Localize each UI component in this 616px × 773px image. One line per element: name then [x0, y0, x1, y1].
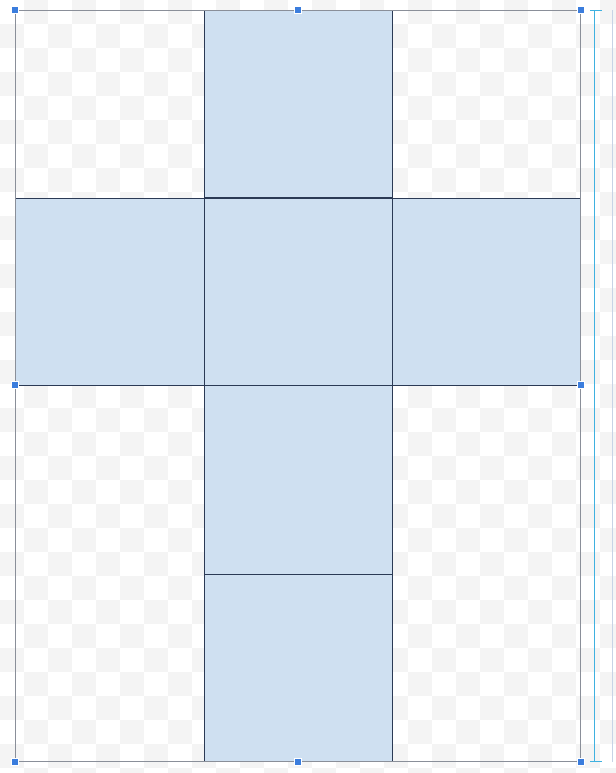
cube-net-face-right[interactable]	[392, 198, 581, 386]
resize-handle-middle-left[interactable]	[11, 381, 19, 389]
resize-handle-middle-right[interactable]	[577, 381, 585, 389]
resize-handle-bottom-left[interactable]	[11, 758, 19, 766]
cube-net-face-bottom[interactable]	[204, 574, 393, 762]
page-edge-line	[612, 10, 613, 762]
height-guide-tick-bottom	[590, 761, 602, 762]
cube-net-face-lower[interactable]	[204, 385, 393, 575]
drawing-canvas[interactable]	[0, 0, 616, 773]
resize-handle-bottom-right[interactable]	[577, 758, 585, 766]
resize-handle-top-center[interactable]	[294, 6, 302, 14]
cube-net-face-left[interactable]	[15, 198, 205, 386]
resize-handle-top-left[interactable]	[11, 6, 19, 14]
cube-net-face-top[interactable]	[204, 10, 393, 198]
cube-net-face-center[interactable]	[204, 198, 393, 386]
height-guide-line	[594, 10, 595, 762]
resize-handle-top-right[interactable]	[577, 6, 585, 14]
height-guide-tick-top	[590, 10, 602, 11]
resize-handle-bottom-center[interactable]	[294, 758, 302, 766]
